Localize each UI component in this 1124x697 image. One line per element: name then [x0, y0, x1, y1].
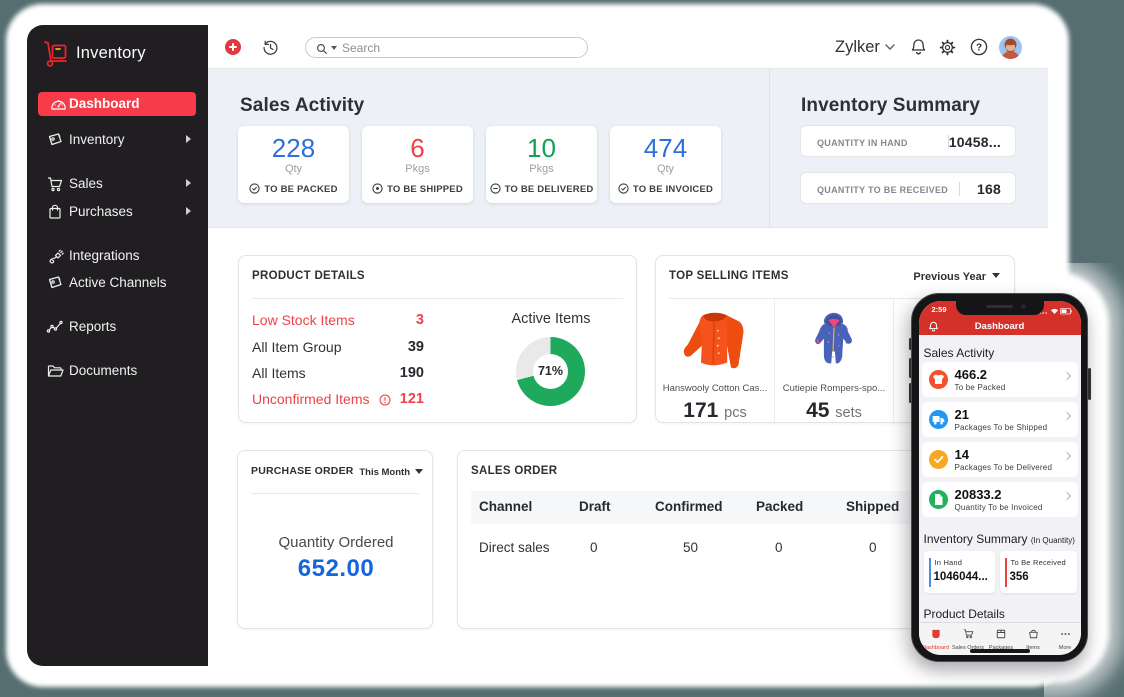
- svg-text:?: ?: [976, 43, 982, 54]
